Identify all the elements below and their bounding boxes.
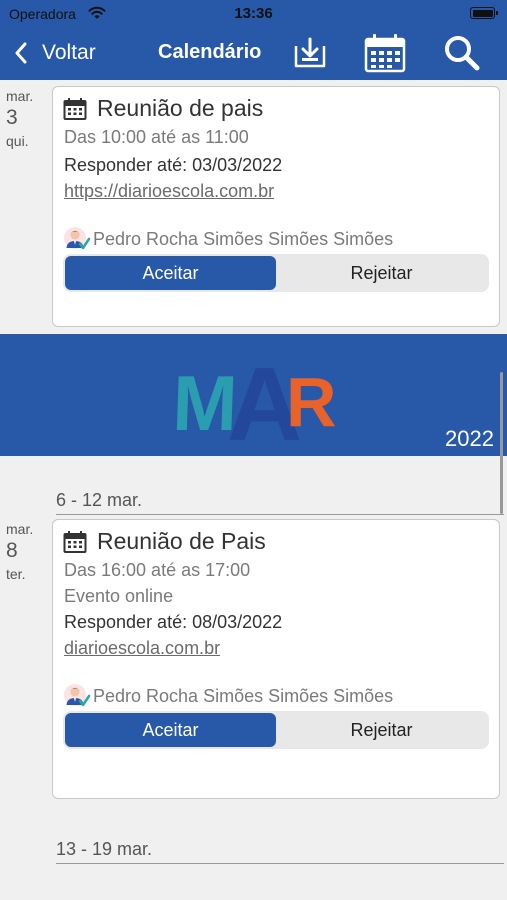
calendar-small-icon bbox=[63, 530, 87, 553]
response-segmented-control[interactable]: Aceitar Rejeitar bbox=[63, 711, 489, 749]
nav-bar: Voltar Calendário bbox=[0, 28, 507, 80]
event-title-row: Reunião de pais bbox=[63, 95, 263, 122]
event-date: 8 bbox=[6, 539, 18, 562]
event-card[interactable]: Reunião de Pais Das 16:00 até as 17:00 E… bbox=[52, 519, 500, 799]
event-title: Reunião de Pais bbox=[97, 528, 266, 554]
calendar-icon[interactable] bbox=[364, 33, 406, 73]
event-card[interactable]: Reunião de pais Das 10:00 até as 11:00 R… bbox=[52, 86, 500, 327]
event-location: Evento online bbox=[64, 586, 174, 606]
status-time: 13:36 bbox=[234, 5, 273, 22]
user-avatar-icon bbox=[64, 684, 91, 707]
person-name: Pedro Rocha Simões Simões Simões bbox=[93, 228, 394, 249]
banner-year: 2022 bbox=[445, 426, 494, 451]
scrollbar[interactable] bbox=[500, 372, 503, 514]
event-respond-by: Responder até: 08/03/2022 bbox=[64, 612, 283, 632]
month-banner-art: M A R bbox=[171, 347, 337, 456]
chevron-left-icon bbox=[15, 42, 27, 64]
event-time: Das 16:00 até as 17:00 bbox=[64, 560, 251, 580]
page-title: Calendário bbox=[158, 41, 262, 63]
back-button[interactable]: Voltar bbox=[14, 38, 96, 68]
event-person: Pedro Rocha Simões Simões Simões bbox=[63, 226, 393, 252]
battery-icon bbox=[470, 7, 498, 19]
back-label: Voltar bbox=[42, 41, 96, 64]
status-bar: Operadora 13:36 bbox=[0, 0, 507, 28]
calendar-small-icon bbox=[63, 97, 87, 120]
response-segmented-control[interactable]: Aceitar Rejeitar bbox=[63, 254, 489, 292]
event-person: Pedro Rocha Simões Simões Simões bbox=[63, 683, 393, 709]
event-title: Reunião de pais bbox=[97, 95, 264, 121]
week-header: 6 - 12 mar. bbox=[56, 489, 504, 515]
event-weekday: qui. bbox=[6, 133, 29, 149]
event-date: 3 bbox=[6, 106, 18, 129]
event-date-column: mar. 8 ter. bbox=[6, 521, 50, 582]
week-range: 13 - 19 mar. bbox=[56, 839, 153, 859]
event-date-column: mar. 3 qui. bbox=[6, 88, 50, 149]
event-weekday: ter. bbox=[6, 566, 26, 582]
event-link[interactable]: diarioescola.com.br bbox=[64, 638, 220, 659]
svg-text:R: R bbox=[286, 363, 337, 441]
search-icon[interactable] bbox=[442, 34, 482, 72]
event-time: Das 10:00 até as 11:00 bbox=[64, 127, 249, 147]
event-month: mar. bbox=[6, 88, 34, 104]
week-header: 13 - 19 mar. bbox=[56, 838, 504, 864]
event-month: mar. bbox=[6, 521, 34, 537]
event-title-row: Reunião de Pais bbox=[63, 528, 266, 555]
accept-button[interactable]: Aceitar bbox=[65, 256, 276, 290]
event-link[interactable]: https://diarioescola.com.br bbox=[64, 181, 274, 202]
user-avatar-icon bbox=[64, 227, 91, 250]
reject-button[interactable]: Rejeitar bbox=[276, 713, 487, 747]
person-name: Pedro Rocha Simões Simões Simões bbox=[93, 685, 394, 706]
download-icon[interactable] bbox=[292, 36, 328, 70]
calendar-content[interactable]: mar. 3 qui. Reunião de pais Das 10:00 at… bbox=[0, 80, 507, 900]
reject-button[interactable]: Rejeitar bbox=[276, 256, 487, 290]
accept-button[interactable]: Aceitar bbox=[65, 713, 276, 747]
week-range: 6 - 12 mar. bbox=[56, 490, 143, 510]
month-banner: M A R 2022 bbox=[0, 334, 507, 456]
event-respond-by: Responder até: 03/03/2022 bbox=[64, 155, 283, 175]
